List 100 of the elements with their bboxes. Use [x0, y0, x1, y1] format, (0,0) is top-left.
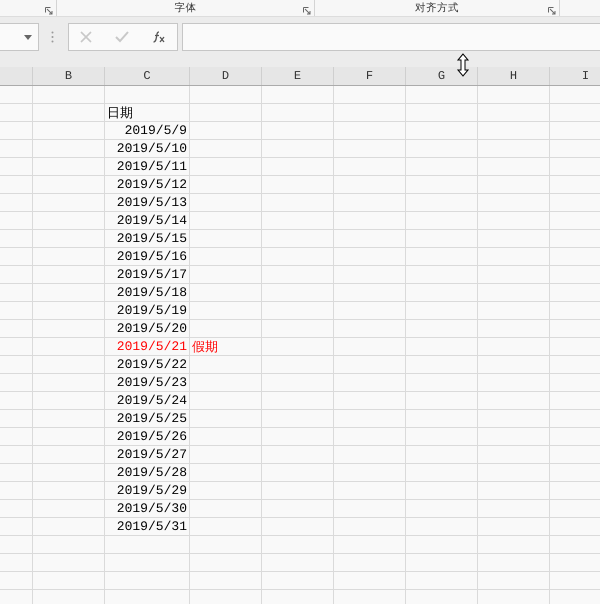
table-cell[interactable] [33, 266, 105, 284]
table-cell[interactable] [0, 500, 33, 518]
table-cell[interactable] [334, 554, 406, 572]
table-cell[interactable] [262, 248, 334, 266]
table-cell[interactable] [262, 428, 334, 446]
table-cell[interactable] [190, 572, 262, 590]
table-cell[interactable] [478, 554, 550, 572]
table-cell[interactable] [190, 320, 262, 338]
table-cell[interactable] [0, 446, 33, 464]
column-header[interactable]: C [105, 67, 190, 85]
table-cell[interactable] [33, 338, 105, 356]
table-cell[interactable] [262, 302, 334, 320]
table-cell[interactable] [33, 176, 105, 194]
column-header[interactable]: D [190, 67, 262, 85]
table-cell[interactable] [190, 554, 262, 572]
table-cell[interactable] [406, 356, 478, 374]
table-cell[interactable] [190, 302, 262, 320]
table-cell[interactable] [0, 194, 33, 212]
table-cell[interactable] [334, 392, 406, 410]
table-cell[interactable] [33, 122, 105, 140]
table-cell[interactable] [478, 266, 550, 284]
table-cell[interactable] [262, 122, 334, 140]
table-cell[interactable] [478, 284, 550, 302]
table-cell[interactable] [190, 392, 262, 410]
table-cell[interactable] [262, 158, 334, 176]
table-cell[interactable]: 2019/5/11 [105, 158, 190, 176]
table-cell[interactable] [334, 410, 406, 428]
table-cell[interactable] [334, 572, 406, 590]
table-cell[interactable] [262, 500, 334, 518]
dialog-launcher-icon[interactable] [303, 7, 311, 15]
table-cell[interactable] [190, 500, 262, 518]
table-cell[interactable] [262, 410, 334, 428]
table-cell[interactable] [334, 500, 406, 518]
table-cell[interactable]: 2019/5/10 [105, 140, 190, 158]
table-cell[interactable] [478, 446, 550, 464]
table-cell[interactable]: 2019/5/31 [105, 518, 190, 536]
table-cell[interactable] [406, 410, 478, 428]
dialog-launcher-icon[interactable] [45, 7, 53, 15]
table-cell[interactable] [33, 464, 105, 482]
table-cell[interactable]: 假期 [190, 338, 262, 356]
formula-input[interactable] [182, 23, 600, 51]
table-cell[interactable]: 2019/5/18 [105, 284, 190, 302]
table-cell[interactable] [406, 86, 478, 104]
table-cell[interactable] [0, 284, 33, 302]
table-cell[interactable]: 2019/5/25 [105, 410, 190, 428]
table-cell[interactable] [478, 122, 550, 140]
table-cell[interactable] [406, 266, 478, 284]
column-header[interactable]: B [33, 67, 105, 85]
table-cell[interactable] [0, 302, 33, 320]
table-cell[interactable] [0, 392, 33, 410]
table-cell[interactable] [478, 212, 550, 230]
table-cell[interactable]: 2019/5/29 [105, 482, 190, 500]
table-cell[interactable] [0, 464, 33, 482]
table-cell[interactable] [33, 446, 105, 464]
table-cell[interactable] [0, 230, 33, 248]
table-cell[interactable]: 日期 [105, 104, 190, 122]
table-cell[interactable] [0, 140, 33, 158]
table-cell[interactable] [0, 536, 33, 554]
table-cell[interactable] [334, 374, 406, 392]
table-cell[interactable]: 2019/5/19 [105, 302, 190, 320]
table-cell[interactable] [0, 86, 33, 104]
table-cell[interactable] [190, 266, 262, 284]
dialog-launcher-icon[interactable] [548, 7, 556, 15]
table-cell[interactable] [262, 230, 334, 248]
table-cell[interactable] [406, 230, 478, 248]
table-cell[interactable] [33, 572, 105, 590]
table-cell[interactable] [406, 176, 478, 194]
table-cell[interactable]: 2019/5/16 [105, 248, 190, 266]
table-cell[interactable] [0, 122, 33, 140]
table-cell[interactable] [406, 428, 478, 446]
table-cell[interactable] [406, 572, 478, 590]
table-cell[interactable] [406, 320, 478, 338]
table-cell[interactable] [262, 176, 334, 194]
table-cell[interactable] [190, 248, 262, 266]
table-cell[interactable] [406, 194, 478, 212]
table-cell[interactable] [334, 104, 406, 122]
table-cell[interactable] [262, 356, 334, 374]
table-cell[interactable] [190, 518, 262, 536]
table-cell[interactable] [190, 122, 262, 140]
table-cell[interactable] [406, 140, 478, 158]
table-cell[interactable] [334, 338, 406, 356]
table-cell[interactable]: 2019/5/30 [105, 500, 190, 518]
table-cell[interactable] [334, 446, 406, 464]
table-cell[interactable] [478, 536, 550, 554]
table-cell[interactable] [33, 356, 105, 374]
table-cell[interactable] [0, 338, 33, 356]
table-cell[interactable] [33, 302, 105, 320]
table-cell[interactable] [478, 374, 550, 392]
table-cell[interactable] [190, 374, 262, 392]
table-cell[interactable] [190, 464, 262, 482]
table-cell[interactable] [0, 104, 33, 122]
table-cell[interactable] [33, 410, 105, 428]
table-cell[interactable] [478, 158, 550, 176]
column-header[interactable]: H [478, 67, 550, 85]
table-cell[interactable] [0, 320, 33, 338]
table-cell[interactable] [334, 230, 406, 248]
table-cell[interactable] [406, 338, 478, 356]
table-cell[interactable] [262, 446, 334, 464]
table-cell[interactable] [190, 482, 262, 500]
table-cell[interactable] [33, 392, 105, 410]
